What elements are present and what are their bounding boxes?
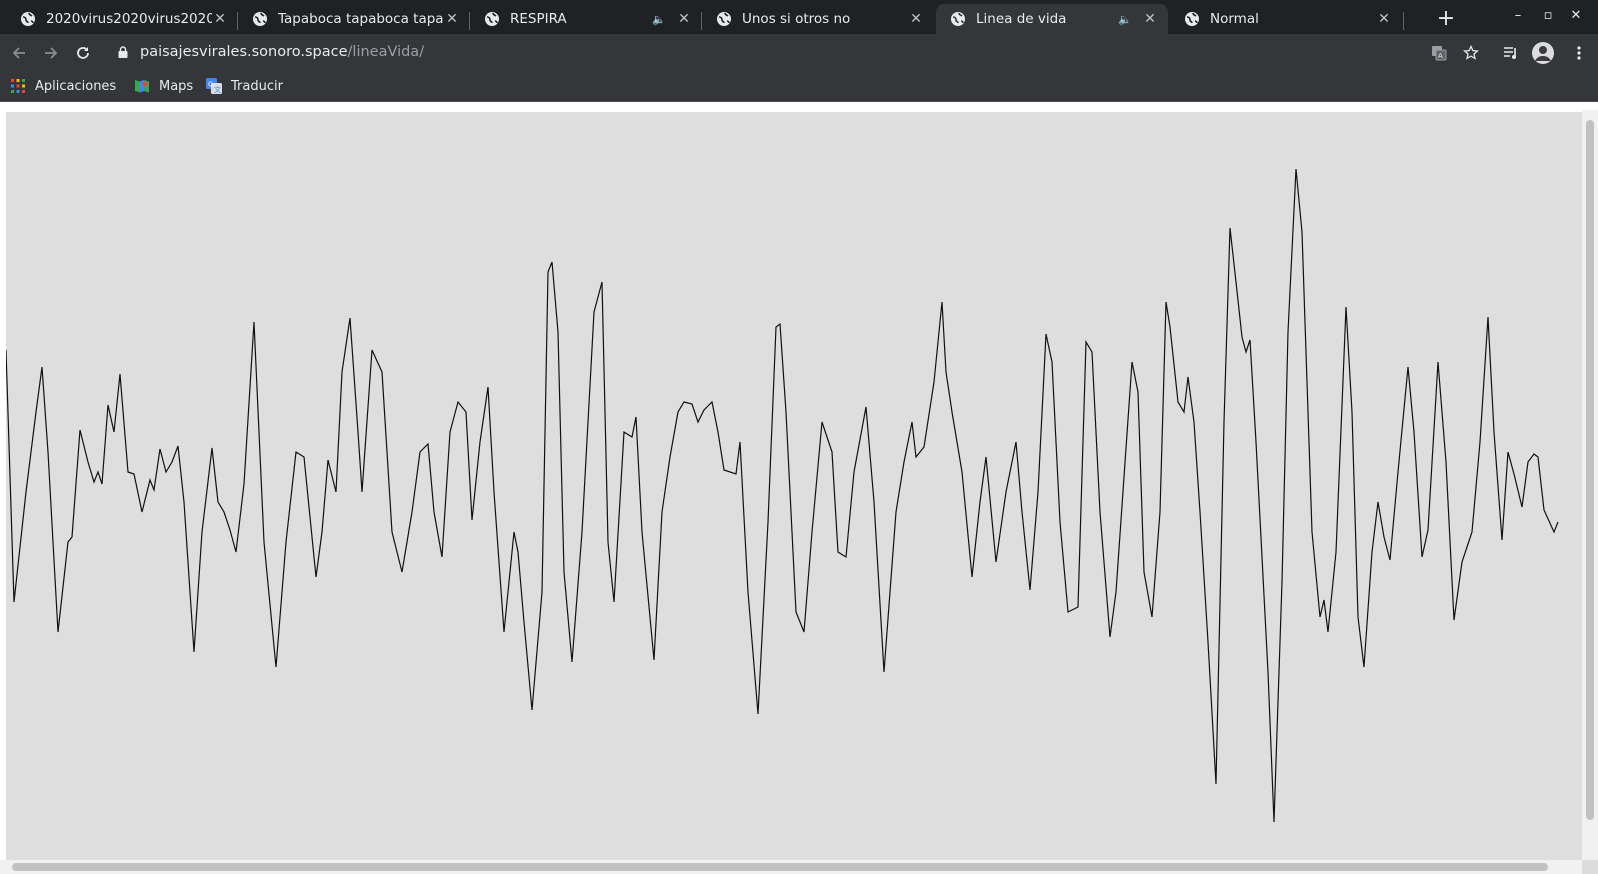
globe-icon [253,12,267,26]
address-bar[interactable]: paisajesvirales.sonoro.space/lineaVida/ [110,36,424,68]
tab-2020virus[interactable]: 2020virus2020virus2020 ✕ [6,4,238,34]
translate-page-icon[interactable]: A [1428,42,1450,64]
close-icon[interactable]: ✕ [444,11,460,27]
tab-title: Tapaboca tapaboca tapaboca [278,11,444,27]
tab-separator [1403,12,1404,30]
window-close-icon[interactable]: ✕ [1566,8,1586,23]
tab-linea-de-vida[interactable]: Linea de vida 🔈 ✕ [936,4,1168,34]
bookmark-label: Traducir [231,78,283,94]
tab-normal[interactable]: Normal ✕ [1170,4,1402,34]
back-arrow-icon[interactable] [8,42,30,64]
url-path: /lineaVida/ [347,44,425,60]
bookmark-label: Aplicaciones [35,78,117,94]
globe-icon [1185,12,1199,26]
waveform-canvas [6,112,1582,860]
new-tab-button[interactable]: + [1432,6,1460,32]
close-icon[interactable]: ✕ [908,11,924,27]
tab-tapaboca[interactable]: Tapaboca tapaboca tapaboca ✕ [238,4,470,34]
scrollbar-corner [1582,860,1598,874]
speaker-icon[interactable]: 🔈 [652,13,668,26]
tab-title: Unos si otros no [742,11,851,27]
profile-avatar-icon[interactable] [1532,42,1554,64]
browser-toolbar: paisajesvirales.sonoro.space/lineaVida/ … [0,34,1598,70]
bookmarks-bar: Aplicaciones Maps G文 Traducir [0,70,1598,102]
bookmark-label: Maps [159,78,194,94]
tab-respira[interactable]: RESPIRA 🔈 ✕ [470,4,702,34]
bookmark-star-icon[interactable] [1460,42,1482,64]
svg-text:A: A [1438,52,1443,60]
vertical-scrollbar[interactable] [1582,110,1598,860]
close-icon[interactable]: ✕ [676,11,692,27]
forward-arrow-icon[interactable] [40,42,62,64]
tab-title: Linea de vida [976,11,1067,27]
apps-grid-icon [11,79,25,93]
tab-strip: 2020virus2020virus2020 ✕ Tapaboca tapabo… [0,0,1598,34]
tab-unos-si-otros-no[interactable]: Unos si otros no ✕ [702,4,934,34]
close-icon[interactable]: ✕ [1142,11,1158,27]
tab-title: Normal [1210,11,1259,27]
minimize-icon[interactable]: – [1508,8,1528,23]
reload-icon[interactable] [72,42,94,64]
maximize-icon[interactable]: ▫ [1538,8,1558,23]
speaker-icon[interactable]: 🔈 [1118,13,1134,26]
close-icon[interactable]: ✕ [212,11,228,27]
close-icon[interactable]: ✕ [1376,11,1392,27]
horizontal-scroll-thumb[interactable] [12,863,1548,871]
page-content [0,102,1598,874]
svg-text:文: 文 [214,85,221,94]
globe-icon [21,12,35,26]
svg-text:G: G [208,81,213,89]
globe-icon [485,12,499,26]
bookmark-traducir[interactable]: G文 Traducir [206,76,283,96]
tab-title: RESPIRA [510,11,567,27]
lock-icon [118,46,128,58]
waveform-line [6,168,1559,823]
globe-icon [951,12,965,26]
bookmark-aplicaciones[interactable]: Aplicaciones [10,76,116,96]
tab-title: 2020virus2020virus2020 [46,11,212,27]
translate-icon: G文 [206,78,222,94]
globe-icon [717,12,731,26]
media-control-icon[interactable] [1500,42,1522,64]
bookmark-maps[interactable]: Maps [134,76,193,96]
url-host: paisajesvirales.sonoro.space [140,44,348,60]
maps-icon [135,80,149,93]
vertical-scroll-thumb[interactable] [1586,120,1594,820]
menu-kebab-icon[interactable] [1568,42,1590,64]
horizontal-scrollbar[interactable] [0,860,1582,874]
